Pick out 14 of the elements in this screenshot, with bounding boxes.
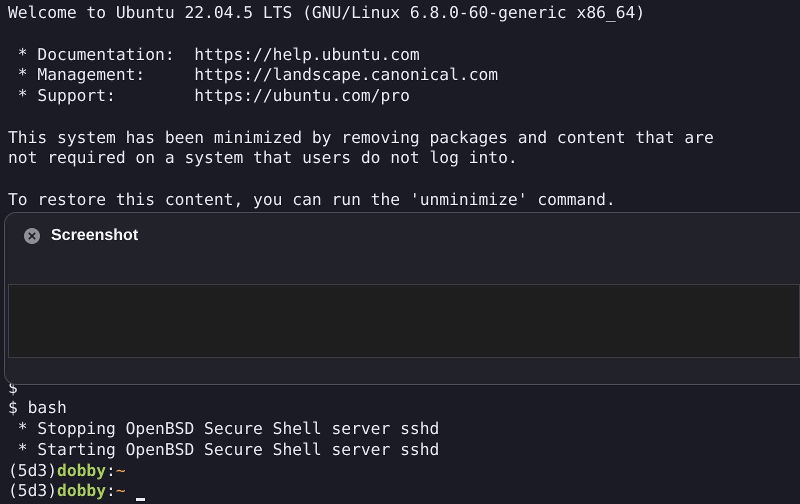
terminal-line: Welcome to Ubuntu 22.04.5 LTS (GNU/Linux 6.8.0-60-generic x86_64) bbox=[8, 3, 646, 24]
terminal-line: $ bash bbox=[8, 398, 67, 419]
terminal-line: * Support: https://ubuntu.com/pro bbox=[16, 86, 410, 107]
terminal-line: To restore this content, you can run the 'unminimize' command. bbox=[8, 190, 616, 210]
close-icon[interactable] bbox=[24, 228, 40, 244]
notification-title: Screenshot bbox=[51, 227, 138, 245]
terminal-line: This system has been minimized by removing packages and content that are bbox=[8, 128, 714, 148]
terminal-line: not required on a system that users do not log into. bbox=[8, 148, 518, 169]
terminal-line: * Stopping OpenBSD Secure Shell server sshd bbox=[16, 419, 440, 440]
prompt-line: (5d3)dobby:~ bbox=[8, 460, 126, 482]
terminal-line: * Starting OpenBSD Secure Shell server sshd bbox=[16, 440, 440, 460]
prompt-line: (5d3)dobby:~ bbox=[8, 481, 126, 502]
terminal-line: * Management: https://landscape.canonical.com bbox=[16, 65, 498, 86]
terminal-line: * Documentation: https://help.ubuntu.com bbox=[16, 44, 420, 66]
